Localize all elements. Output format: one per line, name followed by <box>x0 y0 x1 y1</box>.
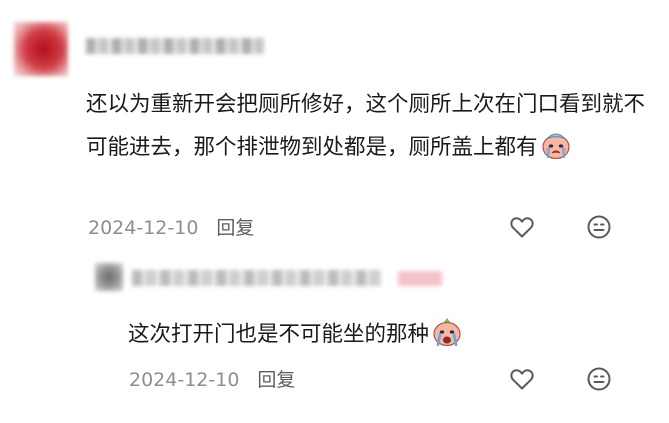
comment-date: 2024-12-10 <box>129 369 240 391</box>
heart-outline-icon[interactable] <box>508 365 536 393</box>
comment-body: 还以为重新开会把厕所修好，这个厕所上次在门口看到就不可能进去，那个排泄物到处都是… <box>86 83 646 169</box>
author-badge-blurred <box>398 271 442 286</box>
avatar[interactable] <box>95 263 123 291</box>
smiley-face-icon[interactable] <box>585 365 613 393</box>
comment-date: 2024-12-10 <box>88 217 199 239</box>
reply-button[interactable]: 回复 <box>257 369 295 391</box>
comment-text: 这次打开门也是不可能坐的那种 <box>128 322 430 347</box>
avatar[interactable] <box>14 22 68 76</box>
crying-face-sticker-icon <box>431 317 463 347</box>
comment-meta: 2024-12-10 回复 <box>88 217 254 239</box>
heart-outline-icon[interactable] <box>508 213 536 241</box>
comment-meta: 2024-12-10 回复 <box>129 369 295 391</box>
username-blurred[interactable] <box>132 270 382 286</box>
comment-thread: 还以为重新开会把厕所修好，这个厕所上次在门口看到就不可能进去，那个排泄物到处都是… <box>0 0 669 423</box>
smiley-face-icon[interactable] <box>585 213 613 241</box>
reply-body: 这次打开门也是不可能坐的那种 <box>128 313 628 356</box>
crying-face-sticker-icon <box>540 130 572 160</box>
reply-button[interactable]: 回复 <box>216 217 254 239</box>
username-blurred[interactable] <box>86 38 264 54</box>
